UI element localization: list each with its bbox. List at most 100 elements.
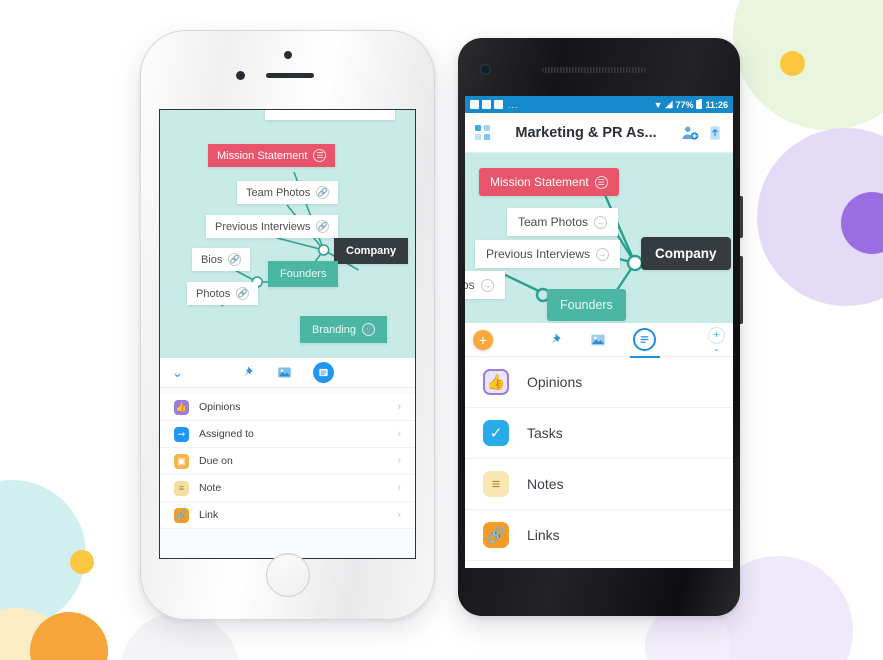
node-label: Founders [280,268,327,280]
list-item-label: Tasks [527,425,563,441]
hamburger-icon: ☰ [313,149,327,162]
iphone-screen: Mission Statement ☰ Team Photos 🔗 Previo… [159,109,416,559]
link-icon: 🔗 [362,323,376,336]
link-icon: 🔗 [483,522,509,548]
mindmap-node-founders[interactable]: Founders [268,261,339,287]
pin-icon[interactable] [545,331,563,349]
node-label: Company [655,246,717,261]
mindmap-node-team-photos[interactable]: Team Photos 🔗 [237,181,339,204]
active-tab-underline [629,355,660,358]
iphone-front-camera-icon [283,51,292,59]
chevron-right-icon: › [397,455,401,467]
android-front-camera-icon [480,64,491,75]
pin-icon[interactable] [237,364,255,382]
mindmap-node-photos[interactable]: Photos 🔗 [187,282,259,305]
collapse-chevron-down-icon[interactable]: ⌄ [172,366,183,379]
android-device: ... ▼ ◢ 77% 11:26 Marketing & PR As... M… [458,38,743,616]
image-icon[interactable] [275,364,293,382]
mindmap-node-partial-top[interactable] [265,110,395,120]
battery-icon [696,98,703,109]
share-upload-icon[interactable] [707,125,723,141]
node-label: Team Photos [246,186,311,199]
zoom-in-button[interactable]: + [708,326,725,344]
mail-icon [482,100,491,109]
mindmap-node-mission-statement[interactable]: Mission Statement ☰ [479,168,619,196]
note-icon: ≡ [174,480,189,496]
list-item-link[interactable]: 🔗 Link › [160,502,415,529]
checkbox-icon [494,100,503,109]
blob-yellow-top-right [780,51,805,76]
android-power-button[interactable] [740,256,743,324]
android-list-empty-area [465,561,733,568]
node-label: Team Photos [518,215,589,229]
list-icon[interactable] [313,362,335,383]
mindmap-node-bios-clipped[interactable]: os → [465,271,505,299]
wifi-icon: ▼ [653,99,663,110]
hamburger-icon: ☰ [594,175,608,189]
list-item-assigned-to[interactable]: ➞ Assigned to › [160,421,415,448]
list-item-tasks[interactable]: ✓ Tasks [465,408,733,459]
decorative-background [0,0,883,660]
node-label: Mission Statement [490,175,589,189]
list-item-links[interactable]: 🔗 Links [465,510,733,561]
iphone-earpiece-icon [266,73,314,78]
list-item-label: Links [527,527,560,543]
link-icon: 🔗 [316,186,330,199]
mindmap-node-branding[interactable]: Branding 🔗 [300,316,388,343]
android-status-bar: ... ▼ ◢ 77% 11:26 [465,96,733,113]
mindmap-node-team-photos[interactable]: Team Photos → [507,208,619,236]
android-app-bar: Marketing & PR As... [465,113,733,153]
list-item-due-on[interactable]: ▣ Due on › [160,448,415,475]
mindmap-node-mission-statement[interactable]: Mission Statement ☰ [208,144,336,167]
mindmap-node-bios[interactable]: Bios 🔗 [192,248,251,271]
list-item-opinions[interactable]: 👍 Opinions [465,357,733,408]
mindmap-node-founders[interactable]: Founders [547,289,626,321]
link-icon: 🔗 [174,507,189,523]
chevron-down-icon[interactable]: ⌄ [713,344,720,353]
calendar-icon: ▣ [174,453,189,469]
list-item-notes[interactable]: ≡ Notes [465,459,733,510]
iphone-detail-list: 👍 Opinions › ➞ Assigned to › ▣ Due on › … [160,388,415,558]
android-mindmap-canvas[interactable]: Mission Statement ☰ Team Photos → Previo… [465,153,733,323]
image-icon[interactable] [589,331,607,349]
android-volume-button[interactable] [740,196,743,238]
chevron-right-icon: › [397,428,401,440]
check-icon: ✓ [483,420,509,446]
signal-icon: ◢ [665,99,673,109]
mindmap-node-company[interactable]: Company [334,238,409,264]
add-node-button[interactable]: + [473,329,493,350]
mindmap-node-previous-interviews[interactable]: Previous Interviews → [475,240,621,268]
list-item-opinions[interactable]: 👍 Opinions › [160,394,415,421]
add-person-icon[interactable] [681,124,699,142]
arrow-right-icon: ➞ [174,426,189,442]
iphone-device: Mission Statement ☰ Team Photos 🔗 Previo… [139,30,435,620]
list-item-label: Notes [527,476,564,492]
arrow-right-icon: → [480,278,494,292]
mindmap-junction-company[interactable] [626,254,644,272]
list-item-note[interactable]: ≡ Note › [160,475,415,502]
grid-icon[interactable] [475,124,491,141]
iphone-mindmap-canvas[interactable]: Mission Statement ☰ Team Photos 🔗 Previo… [160,110,415,358]
mindmap-junction-company[interactable] [317,244,330,256]
arrow-right-icon: → [596,247,610,261]
mindmap-node-previous-interviews[interactable]: Previous Interviews 🔗 [206,215,339,238]
clock-label: 11:26 [705,99,728,110]
mindmap-node-company[interactable]: Company [641,237,731,270]
zoom-control[interactable]: + ⌄ [708,326,725,353]
thumbs-up-icon: 👍 [174,399,189,415]
list-item-label: Note [199,482,222,494]
arrow-right-icon: → [594,215,608,229]
android-toolbar: + + ⌄ [465,323,733,358]
android-detail-list: 👍 Opinions ✓ Tasks ≡ Notes 🔗 Links [465,357,733,568]
overflow-dots-icon: ... [508,99,519,110]
image-icon [470,100,479,109]
status-bar-notifications: ... [470,100,519,110]
note-icon: ≡ [483,471,509,497]
list-icon[interactable] [629,328,660,358]
chevron-right-icon: › [397,482,401,494]
node-label: Bios [201,253,223,266]
iphone-home-button[interactable] [265,553,310,597]
blob-green-top-right [733,0,883,130]
node-label: Photos [196,287,231,300]
link-icon: 🔗 [316,220,330,233]
